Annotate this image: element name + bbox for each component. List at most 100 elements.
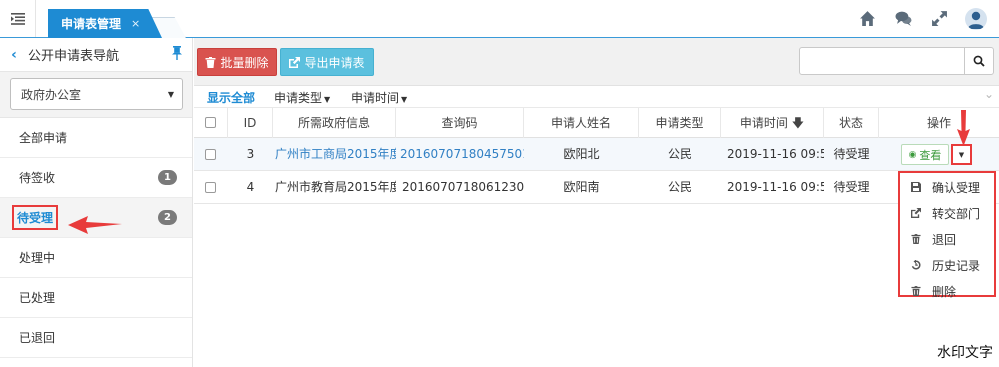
share-icon: [289, 56, 301, 68]
header-id[interactable]: ID: [228, 108, 273, 138]
menu-item-label: 确认受理: [932, 180, 981, 195]
sidebar-item-processing[interactable]: 处理中: [0, 238, 192, 278]
header-label: 申请时间: [739, 116, 788, 130]
sidebar-item-label: 待签收: [19, 171, 56, 185]
row-checkbox[interactable]: [205, 149, 216, 160]
menu-toggle-button[interactable]: [0, 0, 36, 37]
search-button[interactable]: [964, 47, 994, 75]
chat-icon: [895, 11, 911, 26]
filter-label: 申请类型: [274, 91, 323, 105]
batch-delete-button[interactable]: 批量删除: [197, 48, 277, 76]
sidebar-item-pending-accept[interactable]: 待受理 2: [0, 198, 192, 238]
menu-item-label: 退回: [932, 232, 957, 247]
header-status[interactable]: 状态: [824, 108, 879, 138]
eye-icon: ◉: [908, 149, 917, 160]
cell-status: 待受理: [833, 180, 870, 194]
watermark-text: 水印文字: [937, 345, 993, 361]
sidebar-item-label: 全部申请: [19, 131, 68, 145]
count-badge: 1: [158, 170, 177, 185]
cell-applicant-name: 欧阳北: [563, 147, 600, 161]
header-info[interactable]: 所需政府信息: [273, 108, 396, 138]
menu-item-confirm-accept[interactable]: 确认受理: [900, 174, 994, 200]
cell-info[interactable]: 广州市教育局2015年度預: [273, 171, 396, 204]
toolbar: 批量删除 导出申请表: [194, 38, 999, 86]
export-button[interactable]: 导出申请表: [280, 48, 374, 76]
sidebar-item-all[interactable]: 全部申请: [0, 118, 192, 158]
cell-code[interactable]: 201607071806123034: [396, 171, 524, 204]
header-actions: 操作: [926, 116, 951, 130]
user-avatar[interactable]: [965, 7, 987, 30]
filter-application-time[interactable]: 申请时间 ▼: [351, 89, 407, 106]
filter-label: 申请时间: [351, 91, 400, 105]
view-button[interactable]: ◉ 查看: [901, 144, 949, 165]
sidebar-item-pending-sign[interactable]: 待签收 1: [0, 158, 192, 198]
sidebar-header: ‹ 公开申请表导航: [0, 38, 192, 72]
view-label: 查看: [919, 148, 942, 162]
cell-id: 4: [246, 180, 255, 194]
cell-applicant-name: 欧阳南: [563, 180, 600, 194]
cell-id: 3: [246, 147, 255, 161]
header-applicant-name[interactable]: 申请人姓名: [524, 108, 639, 138]
select-caret-icon: ▼: [167, 89, 174, 99]
top-bar: 申请表管理 ×: [0, 0, 999, 38]
pin-icon: [172, 46, 182, 60]
sidebar-item-returned[interactable]: 已退回: [0, 318, 192, 358]
fullscreen-button[interactable]: [921, 0, 957, 37]
user-icon: [968, 11, 984, 29]
search-input[interactable]: [799, 47, 965, 75]
tab-close-icon[interactable]: ×: [131, 17, 140, 30]
filter-show-all[interactable]: 显示全部: [207, 89, 255, 106]
sidebar: ‹ 公开申请表导航 政府办公室 ▼ 全部申请 待签收 1 待受理 2 处理中 已…: [0, 38, 193, 367]
row-checkbox[interactable]: [205, 182, 216, 193]
home-icon: [859, 11, 875, 26]
sidebar-item-processed[interactable]: 已处理: [0, 278, 192, 318]
cell-info-link[interactable]: 广州市工商局2015年度預: [273, 138, 396, 171]
actions-dropdown-toggle[interactable]: ▼: [951, 144, 972, 165]
menu-item-label: 历史记录: [932, 258, 981, 273]
pin-button[interactable]: [162, 46, 192, 63]
trash-icon: [900, 286, 932, 296]
cell-code-link[interactable]: 201607071804575011: [396, 138, 524, 171]
header-application-time[interactable]: 申请时间 🡇: [721, 108, 824, 138]
cell-application-time: 2019-11-16 09:54:: [727, 180, 824, 194]
trash-icon: [900, 234, 932, 244]
cell-application-time: 2019-11-16 09:54:: [727, 147, 824, 161]
department-select-wrapper: 政府办公室 ▼: [0, 72, 192, 118]
sidebar-item-label: 待受理: [12, 205, 59, 230]
search-icon: [973, 55, 985, 67]
chevron-down-icon[interactable]: ⌄: [984, 87, 994, 101]
menu-item-label: 转交部门: [932, 206, 981, 221]
collapse-chevron-left-icon[interactable]: ‹: [0, 47, 28, 63]
header-select-all[interactable]: [194, 108, 228, 138]
menu-item-transfer[interactable]: 转交部门: [900, 200, 994, 226]
cell-application-type: 公民: [667, 147, 692, 161]
batch-delete-label: 批量删除: [220, 55, 269, 70]
menu-item-return[interactable]: 退回: [900, 226, 994, 252]
header-application-type[interactable]: 申请类型: [639, 108, 721, 138]
chat-button[interactable]: [885, 0, 921, 37]
menu-item-history[interactable]: 历史记录: [900, 252, 994, 278]
table-row[interactable]: 4 广州市教育局2015年度預 201607071806123034 欧阳南 公…: [194, 171, 999, 204]
sidebar-item-label: 已处理: [19, 291, 56, 305]
select-all-checkbox[interactable]: [205, 117, 216, 128]
top-icons: [849, 0, 999, 37]
menu-item-delete[interactable]: 删除: [900, 278, 994, 304]
tab-label: 申请表管理: [61, 17, 122, 31]
menu-icon: [10, 12, 25, 25]
actions-dropdown-menu: 确认受理 转交部门 退回 历史记录 删除: [898, 171, 996, 299]
expand-icon: [931, 11, 947, 26]
save-icon: [900, 182, 932, 192]
header-code[interactable]: 查询码: [396, 108, 524, 138]
caret-down-icon: ▼: [324, 95, 331, 104]
home-button[interactable]: [849, 0, 885, 37]
export-label: 导出申请表: [304, 55, 365, 70]
cell-status: 待受理: [833, 147, 870, 161]
count-badge: 2: [158, 210, 177, 225]
main-content: 批量删除 导出申请表 显示全部 申请类型 ▼ 申请时间 ▼ ⌄ ID 所需政府信息 …: [194, 38, 999, 367]
table-row[interactable]: 3 广州市工商局2015年度預 201607071804575011 欧阳北 公…: [194, 138, 999, 171]
tab-application-management[interactable]: 申请表管理 ×: [48, 9, 162, 38]
filter-application-type[interactable]: 申请类型 ▼: [274, 89, 330, 106]
table-header: ID 所需政府信息 查询码 申请人姓名 申请类型 申请时间 🡇 状态 操作: [194, 108, 999, 138]
sidebar-title: 公开申请表导航: [28, 49, 120, 64]
department-select[interactable]: 政府办公室 ▼: [10, 78, 183, 110]
